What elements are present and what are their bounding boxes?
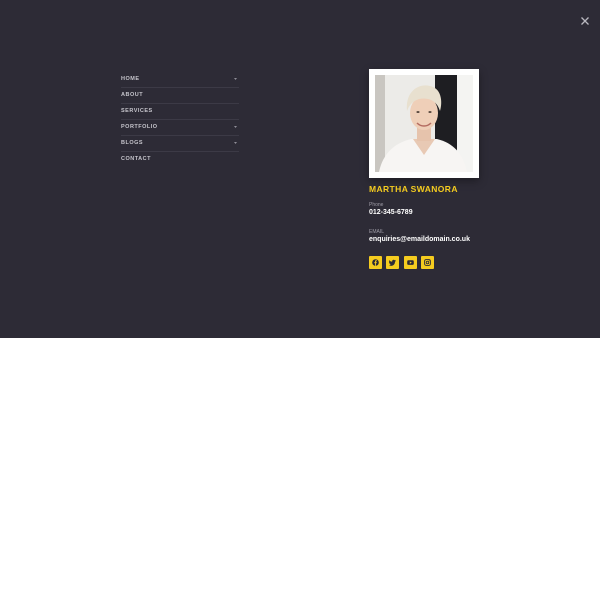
menu-item-home[interactable]: HOME [121,72,239,88]
instagram-icon [424,259,431,266]
menu-item-label: CONTACT [121,156,151,162]
facebook-button[interactable] [369,256,382,269]
main-menu: HOME ABOUT SERVICES PORTFOLIO BLOGS CONT… [121,72,239,167]
instagram-button[interactable] [421,256,434,269]
menu-item-blogs[interactable]: BLOGS [121,136,239,152]
youtube-button[interactable] [404,256,417,269]
profile-name: MARTHA SWANORA [369,184,458,194]
email-address[interactable]: enquiries@emaildomain.co.uk [369,236,470,243]
menu-item-label: HOME [121,76,140,82]
youtube-icon [407,260,414,265]
profile-photo-frame [369,69,479,178]
menu-item-contact[interactable]: CONTACT [121,152,239,167]
menu-item-portfolio[interactable]: PORTFOLIO [121,120,239,136]
menu-item-about[interactable]: ABOUT [121,88,239,104]
chevron-down-icon[interactable] [234,78,237,80]
twitter-icon [389,259,396,266]
chevron-down-icon[interactable] [234,126,237,128]
menu-item-label: BLOGS [121,140,144,146]
profile-photo [375,75,473,172]
menu-item-label: PORTFOLIO [121,124,158,130]
menu-item-label: ABOUT [121,92,144,98]
facebook-icon [372,259,379,266]
close-icon [581,17,589,25]
twitter-button[interactable] [386,256,399,269]
phone-number[interactable]: 012-345-6789 [369,209,413,216]
chevron-down-icon[interactable] [234,142,237,144]
menu-overlay: HOME ABOUT SERVICES PORTFOLIO BLOGS CONT… [0,0,600,338]
close-button[interactable] [578,14,592,28]
email-label: EMAIL [369,229,385,235]
menu-item-services[interactable]: SERVICES [121,104,239,120]
portrait-illustration [375,75,473,172]
phone-label: Phone [369,202,384,208]
menu-item-label: SERVICES [121,108,153,114]
